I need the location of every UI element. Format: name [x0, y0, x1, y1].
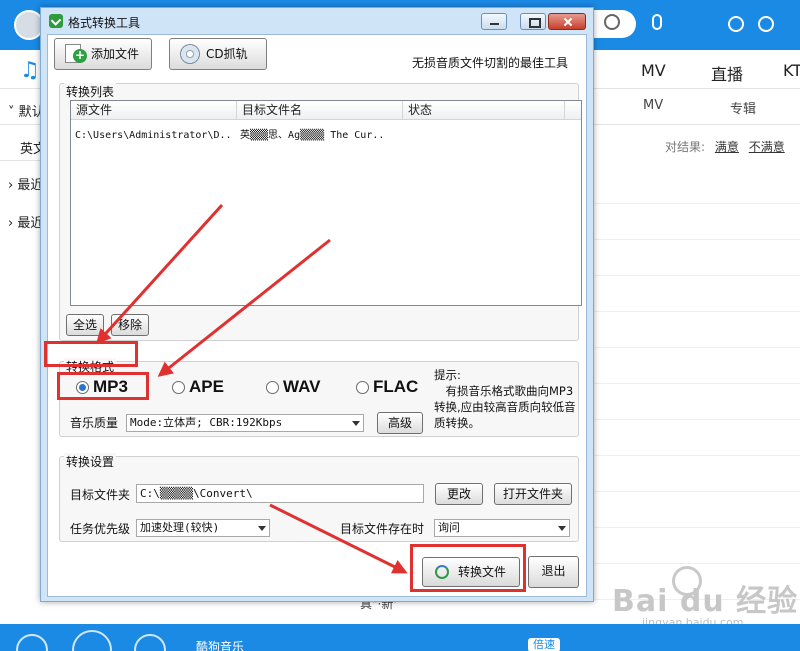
dialog-title-bar[interactable]: 格式转换工具: [41, 8, 593, 34]
target-folder-input[interactable]: C:\▒▒▒▒▒\Convert\: [136, 484, 424, 503]
nav-tab-mv[interactable]: MV: [641, 61, 666, 80]
feedback-label: 对结果:: [665, 140, 706, 154]
row-status: [407, 127, 557, 145]
chevron-down-icon: [258, 526, 266, 531]
result-row[interactable]: [594, 168, 800, 204]
quality-label: 音乐质量: [70, 416, 119, 430]
change-folder-button[interactable]: 更改: [435, 483, 483, 505]
open-folder-button[interactable]: 打开文件夹: [494, 483, 572, 505]
annotation-box-mp3: [57, 372, 149, 400]
cd-icon: [180, 44, 200, 64]
result-row[interactable]: [594, 384, 800, 420]
format-hint-text: 提示: 有损音乐格式歌曲向MP3转换,应由较高音质向较低音质转换。: [434, 368, 576, 430]
column-header-status[interactable]: 状态: [403, 101, 565, 120]
result-row[interactable]: [594, 240, 800, 276]
chevron-down-icon: [352, 421, 360, 426]
music-note-icon[interactable]: ♫: [20, 58, 40, 83]
sidebar-divider: [0, 160, 40, 161]
format-radio-wav[interactable]: WAV: [266, 375, 320, 399]
format-label-ape: APE: [189, 377, 224, 396]
annotation-box-format-label: [44, 341, 138, 367]
table-row[interactable]: C:\Users\Administrator\D.. 英▒▒▒思、Ag▒▒▒▒ …: [71, 127, 581, 145]
radio-unchecked-icon: [266, 380, 279, 394]
result-row[interactable]: [594, 204, 800, 240]
settings-icon[interactable]: [728, 16, 744, 32]
app-logo-icon: [49, 14, 63, 28]
radio-unchecked-icon: [356, 380, 369, 394]
search-icon[interactable]: [604, 14, 620, 30]
nav-tab-live[interactable]: 直播: [711, 61, 743, 85]
slogan-text: 无损音质文件切割的最佳工具: [412, 56, 569, 70]
quality-value: Mode:立体声; CBR:192Kbps: [130, 416, 283, 429]
row-target: 英▒▒▒思、Ag▒▒▒▒ The Cur..: [240, 130, 385, 141]
format-radio-flac[interactable]: FLAC: [356, 375, 418, 399]
row-source: C:\Users\Administrator\D..: [75, 130, 232, 141]
sidebar-item-recent-2[interactable]: › 最近: [8, 212, 43, 231]
add-file-icon: [65, 44, 87, 63]
column-header-source[interactable]: 源文件: [71, 101, 237, 120]
watermark-text: Bai du 经验: [612, 584, 799, 619]
sidebar-item-recent[interactable]: › 最近: [8, 174, 43, 193]
maximize-button[interactable]: [520, 13, 546, 30]
chevron-down-icon: [558, 526, 566, 531]
format-converter-dialog: 格式转换工具 添加文件 CD抓轨 无损音质文件切割的最佳工具 转换列表 源文件 …: [40, 7, 594, 602]
dialog-title: 格式转换工具: [68, 16, 141, 30]
dialog-client-area: 添加文件 CD抓轨 无损音质文件切割的最佳工具 转换列表 源文件 目标文件名 状…: [47, 34, 587, 597]
format-radio-ape[interactable]: APE: [172, 375, 224, 399]
subnav-tab-mv[interactable]: MV: [643, 98, 663, 113]
player-track-title: 酷狗音乐: [196, 640, 245, 651]
advanced-button[interactable]: 高级: [377, 412, 423, 434]
column-header-target[interactable]: 目标文件名: [237, 101, 403, 120]
skin-icon[interactable]: [758, 16, 774, 32]
microphone-icon[interactable]: [652, 14, 662, 30]
radio-unchecked-icon: [172, 380, 185, 394]
conversion-settings-group: 转换设置 目标文件夹 C:\▒▒▒▒▒\Convert\ 更改 打开文件夹 任务…: [59, 453, 579, 542]
priority-value: 加速处理(较快): [140, 521, 220, 534]
conversion-list-label: 转换列表: [64, 83, 117, 100]
minimize-button[interactable]: [481, 13, 507, 30]
file-exists-value: 询问: [438, 521, 460, 534]
result-row[interactable]: [594, 276, 800, 312]
priority-label: 任务优先级: [70, 522, 131, 536]
file-exists-label: 目标文件存在时: [340, 522, 425, 536]
feedback-bar: 对结果: 满意 不满意: [665, 138, 785, 155]
remove-button[interactable]: 移除: [111, 314, 149, 336]
quality-select[interactable]: Mode:立体声; CBR:192Kbps: [126, 414, 364, 432]
nav-tab-ktv[interactable]: KT: [783, 61, 800, 80]
feedback-unsatisfied-link[interactable]: 不满意: [749, 140, 785, 154]
list-header: 源文件 目标文件名 状态: [71, 101, 581, 120]
cd-rip-label: CD抓轨: [206, 47, 248, 61]
format-label-wav: WAV: [283, 377, 321, 396]
close-button[interactable]: [548, 13, 586, 30]
file-exists-select[interactable]: 询问: [434, 519, 570, 537]
result-row[interactable]: [594, 456, 800, 492]
result-row[interactable]: [594, 312, 800, 348]
result-row[interactable]: [594, 348, 800, 384]
exit-button[interactable]: 退出: [528, 556, 579, 588]
annotation-box-convert: [410, 544, 526, 592]
format-label-flac: FLAC: [373, 377, 419, 396]
add-file-label: 添加文件: [91, 47, 140, 61]
add-file-button[interactable]: 添加文件: [54, 38, 152, 70]
conversion-list-group: 转换列表 源文件 目标文件名 状态 C:\Users\Administrator…: [59, 83, 582, 341]
result-row[interactable]: [594, 528, 800, 564]
result-row[interactable]: [594, 492, 800, 528]
conversion-list[interactable]: 源文件 目标文件名 状态 C:\Users\Administrator\D.. …: [70, 100, 582, 306]
speed-button[interactable]: 倍速: [528, 638, 560, 651]
result-row[interactable]: [594, 420, 800, 456]
target-folder-label: 目标文件夹: [70, 488, 131, 502]
feedback-satisfied-link[interactable]: 满意: [715, 140, 739, 154]
player-bar: [0, 624, 800, 651]
select-all-button[interactable]: 全选: [66, 314, 104, 336]
cd-rip-button[interactable]: CD抓轨: [169, 38, 267, 70]
priority-select[interactable]: 加速处理(较快): [136, 519, 270, 537]
subnav-tab-album[interactable]: 专辑: [730, 98, 756, 117]
conversion-settings-label: 转换设置: [64, 453, 117, 470]
